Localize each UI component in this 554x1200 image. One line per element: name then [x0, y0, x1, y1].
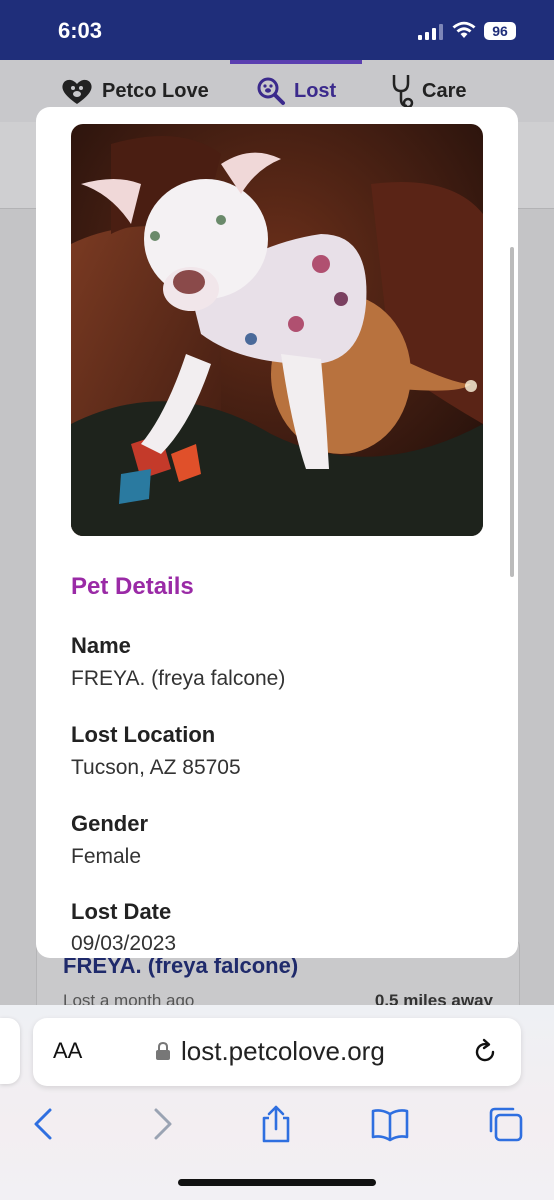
- forward-icon[interactable]: [142, 1104, 182, 1144]
- home-indicator: [178, 1179, 376, 1186]
- previous-tab-preview[interactable]: [0, 1018, 20, 1084]
- url-text: lost.petcolove.org: [181, 1036, 385, 1066]
- bookmarks-icon[interactable]: [370, 1104, 410, 1144]
- reload-icon[interactable]: [471, 1038, 499, 1066]
- wifi-icon: [452, 21, 476, 38]
- battery-level: 96: [492, 23, 508, 39]
- field-value-name: FREYA. (freya falcone): [71, 667, 286, 690]
- lock-icon: [156, 1041, 170, 1060]
- pet-detail-modal: Pet Details Name FREYA. (freya falcone) …: [36, 107, 518, 958]
- status-bar: 6:03 96: [0, 0, 554, 60]
- stethoscope-icon: [392, 75, 414, 109]
- tabs-icon[interactable]: [486, 1104, 526, 1144]
- battery-indicator: 96: [484, 22, 516, 40]
- pet-photo: [71, 124, 483, 536]
- search-paw-icon: [257, 77, 285, 105]
- text-size-button[interactable]: AA: [53, 1038, 82, 1064]
- status-time: 6:03: [58, 18, 103, 43]
- field-label-lost-date: Lost Date: [71, 899, 172, 924]
- heart-paw-icon: [62, 79, 92, 104]
- cellular-signal-icon: [418, 24, 443, 40]
- address-bar[interactable]: AA lost.petcolove.org: [33, 1018, 521, 1086]
- tab-label: Petco Love: [102, 79, 209, 102]
- field-label-name: Name: [71, 633, 131, 658]
- field-value-gender: Female: [71, 845, 142, 868]
- tab-label: Lost: [294, 79, 337, 102]
- field-label-gender: Gender: [71, 811, 149, 836]
- field-value-lost-location: Tucson, AZ 85705: [71, 756, 241, 779]
- back-icon[interactable]: [24, 1104, 64, 1144]
- modal-scrollbar[interactable]: [510, 247, 514, 577]
- tab-label: Care: [422, 79, 467, 102]
- field-value-lost-date: 09/03/2023: [71, 932, 177, 955]
- pet-details-heading: Pet Details: [71, 573, 194, 600]
- field-label-lost-location: Lost Location: [71, 722, 216, 747]
- share-icon[interactable]: [256, 1104, 296, 1144]
